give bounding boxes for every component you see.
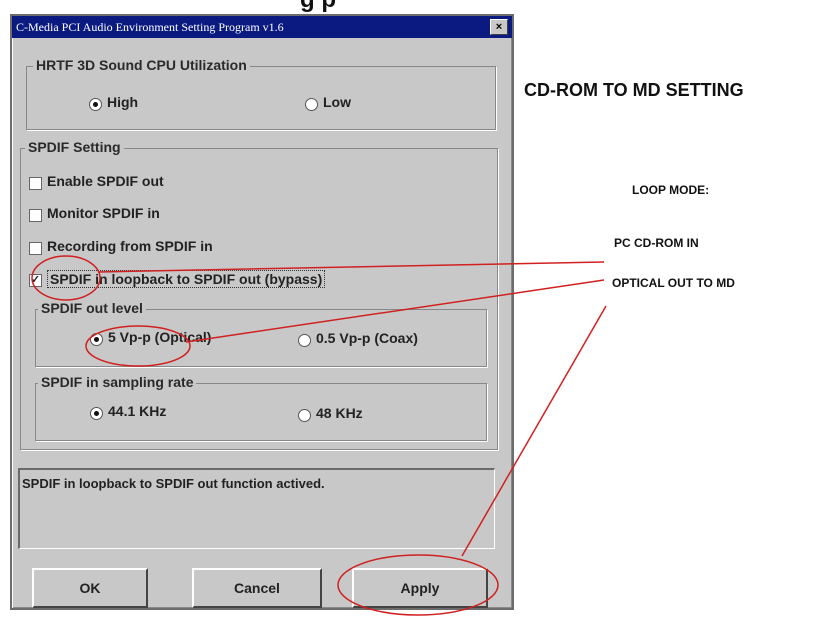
apply-button-circle <box>337 554 499 616</box>
optical-radio-circle <box>85 325 191 367</box>
annotation-overlay <box>31 255 607 616</box>
apply-pointer-line <box>461 305 607 557</box>
loopback-check-circle <box>31 255 101 301</box>
optical-pointer-line <box>185 279 605 343</box>
loopback-pointer-line <box>97 261 605 273</box>
